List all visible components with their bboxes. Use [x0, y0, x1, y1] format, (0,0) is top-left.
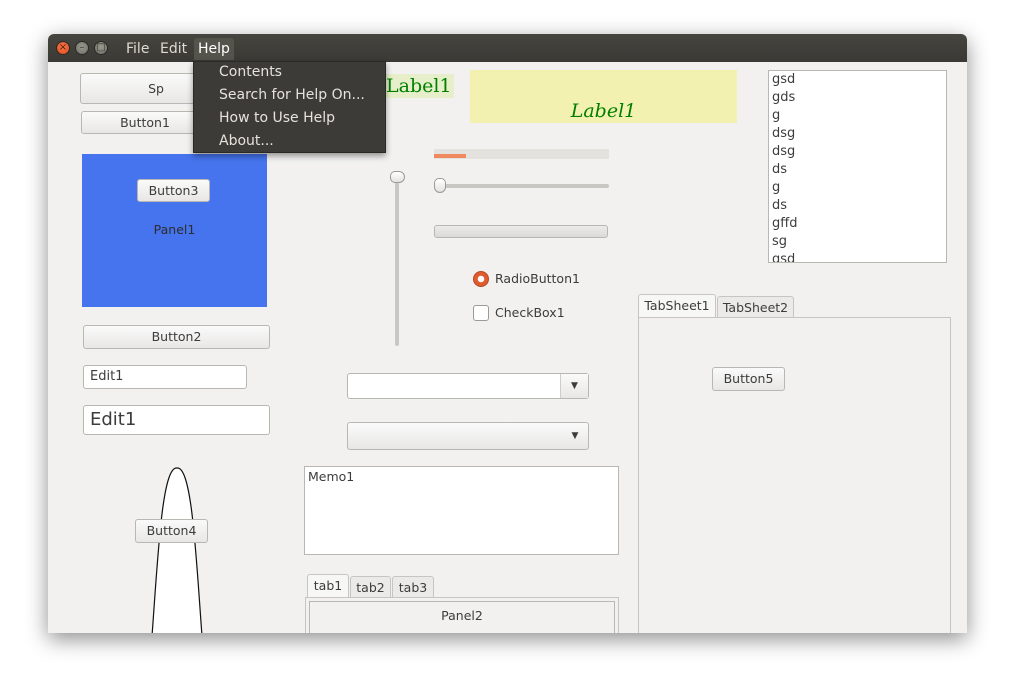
tab-content-area: Panel2: [305, 597, 619, 633]
menu-item-how-to-use-help[interactable]: How to Use Help: [219, 107, 335, 130]
menu-edit[interactable]: Edit: [156, 38, 191, 60]
checkbox-icon[interactable]: [473, 305, 489, 321]
ellipse-shape: [151, 467, 203, 633]
panel2: Panel2: [309, 601, 615, 633]
tab-tab1[interactable]: tab1: [307, 574, 349, 598]
tab-tab3[interactable]: tab3: [392, 576, 434, 598]
radio-button-label[interactable]: RadioButton1: [495, 270, 580, 288]
edit1-large-input[interactable]: Edit1: [83, 405, 270, 435]
label1-box-text: Label1: [570, 100, 637, 122]
chevron-down-icon: ▼: [571, 431, 579, 441]
speed-button-label: Sp: [148, 81, 164, 96]
maximize-window-icon[interactable]: □: [94, 41, 108, 55]
list-item[interactable]: ds: [772, 197, 787, 215]
panel1-caption: Panel1: [153, 222, 196, 237]
combo-box-editable[interactable]: ▼: [347, 373, 589, 399]
minimize-window-icon[interactable]: –: [75, 41, 89, 55]
tabsheet-content: Button5: [638, 317, 951, 633]
chevron-down-icon[interactable]: ▼: [560, 374, 588, 398]
title-menu-bar: × – □ File Edit Help: [48, 34, 967, 62]
label1-box: Label1: [470, 70, 737, 123]
list-item[interactable]: dsg: [772, 125, 795, 143]
app-window: × – □ File Edit Help Sp Button1 Button3 …: [48, 34, 967, 633]
radio-button-icon[interactable]: [473, 271, 489, 287]
list-item[interactable]: sg: [772, 233, 787, 251]
progress-bar: [434, 149, 609, 159]
button2[interactable]: Button2: [83, 325, 270, 349]
vertical-slider-thumb[interactable]: [390, 171, 405, 183]
horizontal-slider-thumb[interactable]: [434, 178, 446, 193]
listbox[interactable]: gsd gds g dsg dsg ds g ds gffd sg gsd: [768, 70, 947, 263]
combo-box-dropdown[interactable]: ▼: [347, 422, 589, 450]
help-dropdown-menu: Contents Search for Help On... How to Us…: [193, 61, 386, 153]
button5[interactable]: Button5: [712, 367, 785, 391]
menu-item-about[interactable]: About...: [219, 130, 274, 153]
list-item[interactable]: gffd: [772, 215, 797, 233]
list-item[interactable]: g: [772, 107, 780, 125]
button1[interactable]: Button1: [81, 111, 209, 134]
tab-tab2[interactable]: tab2: [350, 576, 391, 598]
progress-fill: [434, 154, 466, 158]
menu-item-contents[interactable]: Contents: [219, 61, 282, 84]
horizontal-slider-track[interactable]: [434, 184, 609, 188]
panel1: Button3 Panel1: [82, 154, 267, 307]
label1-plain: Label1: [384, 74, 454, 98]
menu-item-search-help[interactable]: Search for Help On...: [219, 84, 365, 107]
memo1-textarea[interactable]: Memo1: [304, 466, 619, 555]
memo1-text: Memo1: [308, 469, 355, 484]
button3[interactable]: Button3: [137, 179, 210, 202]
list-item[interactable]: g: [772, 179, 780, 197]
checkbox-label[interactable]: CheckBox1: [495, 304, 565, 322]
list-item[interactable]: ds: [772, 161, 787, 179]
list-item[interactable]: gsd: [772, 71, 795, 89]
list-item[interactable]: gds: [772, 89, 795, 107]
list-item[interactable]: dsg: [772, 143, 795, 161]
tab-tabsheet1[interactable]: TabSheet1: [638, 294, 716, 318]
horizontal-scrollbar[interactable]: [434, 225, 608, 238]
menu-file[interactable]: File: [122, 38, 153, 60]
button4[interactable]: Button4: [135, 519, 208, 543]
close-window-icon[interactable]: ×: [56, 41, 70, 55]
menu-help[interactable]: Help: [194, 38, 234, 60]
edit1-small-input[interactable]: Edit1: [83, 365, 247, 389]
list-item[interactable]: gsd: [772, 251, 795, 262]
tab-tabsheet2[interactable]: TabSheet2: [717, 296, 794, 318]
vertical-slider-track[interactable]: [395, 174, 399, 346]
